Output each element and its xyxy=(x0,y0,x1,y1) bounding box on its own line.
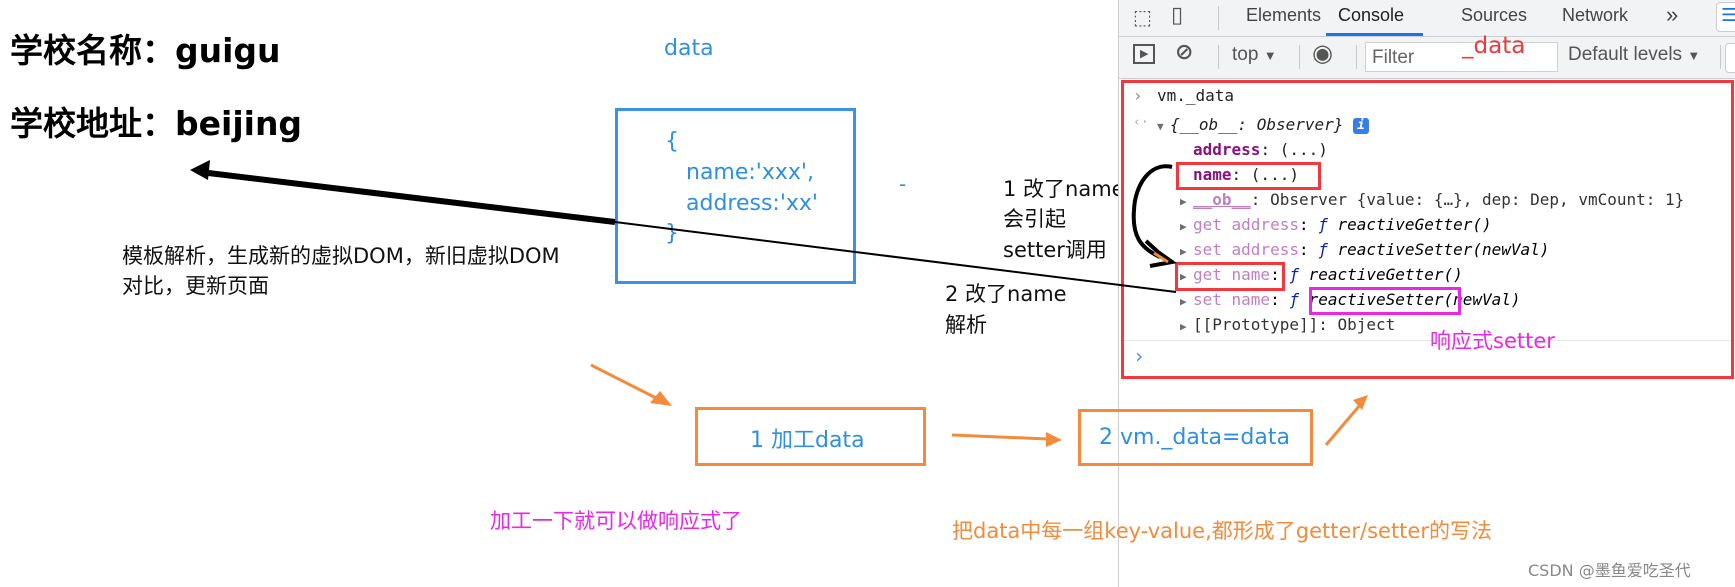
tabbar-separator xyxy=(1218,6,1219,30)
sidebar-toggle-icon[interactable]: ▶ xyxy=(1133,44,1155,64)
render-arrow-shaft-thick xyxy=(199,169,616,225)
step1-process-box: 1 加工data xyxy=(695,407,926,466)
devtools-tabbar: ⬚ ▯ Elements Console Sources Network » ☰ xyxy=(1119,0,1735,37)
filter-placeholder: Filter xyxy=(1372,47,1415,68)
reactive-setter-highlight-box xyxy=(1309,287,1461,315)
data-object-box: { name:'xxx', address:'xx' } xyxy=(615,108,856,284)
tab-elements[interactable]: Elements xyxy=(1246,5,1321,26)
render-arrow-head xyxy=(190,160,210,180)
template-note-line2: 对比，更新页面 xyxy=(122,274,269,298)
orange-caption: 把data中每一组key-value,都形成了getter/setter的写法 xyxy=(952,519,1492,543)
school-name: 学校名称：guigu xyxy=(10,31,281,70)
template-note-line1: 模板解析，生成新的虚拟DOM，新旧虚拟DOM xyxy=(122,244,560,268)
play-glyph: ▶ xyxy=(1140,47,1149,60)
toolbar-separator xyxy=(1299,45,1300,69)
tab-console[interactable]: Console xyxy=(1338,5,1404,26)
watermark: CSDN @墨鱼爱吃圣代 xyxy=(1528,561,1691,580)
step1-process-label: 1 加工data xyxy=(750,428,865,453)
school-address: 学校地址：beijing xyxy=(10,104,303,143)
console-toolbar: ▶ ⊘ top ▼ ◉ Filter _data Default levels … xyxy=(1119,33,1735,79)
device-toolbar-icon[interactable]: ▯ xyxy=(1171,3,1183,28)
context-value: top xyxy=(1232,44,1259,65)
step1-note-line1: 1 改了name xyxy=(1003,177,1125,201)
context-selector[interactable]: top ▼ xyxy=(1232,44,1277,66)
orange-arrow-box1-to-box2 xyxy=(951,432,1062,447)
step2-assign-box: 2 vm._data=data xyxy=(1078,409,1313,466)
step2-note-line2: 解析 xyxy=(945,313,987,337)
data-label: data xyxy=(664,36,714,61)
name-line: name:'xxx', xyxy=(686,160,814,185)
clear-console-icon[interactable]: ⊘ xyxy=(1175,40,1193,65)
get-name-highlight-box xyxy=(1175,262,1285,291)
levels-value: Default levels xyxy=(1568,44,1683,65)
orange-arrow-into-box1 xyxy=(590,363,672,406)
dropdown-caret-icon: ▼ xyxy=(1687,48,1701,63)
issues-button[interactable]: ☰ xyxy=(1716,2,1735,32)
name-highlight-box xyxy=(1176,162,1321,190)
address-line: address:'xx' xyxy=(686,191,818,216)
dash-mark: - xyxy=(899,172,907,196)
pink-caption: 加工一下就可以做响应式了 xyxy=(490,509,742,533)
more-tabs-icon[interactable]: » xyxy=(1666,2,1678,28)
toolbar-separator xyxy=(1218,45,1219,69)
console-highlight-box xyxy=(1121,80,1734,379)
step1-note-line3: setter调用 xyxy=(1003,238,1107,262)
devtools-panel: ⬚ ▯ Elements Console Sources Network » ☰… xyxy=(1118,0,1735,587)
toolbar-separator xyxy=(1720,45,1721,69)
inspect-element-icon[interactable]: ⬚ xyxy=(1133,5,1152,29)
step2-assign-label: 2 vm._data=data xyxy=(1099,425,1290,450)
filter-input[interactable]: Filter _data xyxy=(1365,33,1558,72)
reactive-setter-label: 响应式setter xyxy=(1430,329,1555,353)
open-brace: { xyxy=(665,129,679,154)
close-brace: } xyxy=(665,221,679,246)
tab-sources[interactable]: Sources xyxy=(1461,5,1527,26)
settings-button[interactable] xyxy=(1725,43,1735,73)
toolbar-separator xyxy=(1356,45,1357,69)
step1-note-line2: 会引起 xyxy=(1003,207,1066,231)
tab-network[interactable]: Network xyxy=(1562,5,1628,26)
active-tab-underline xyxy=(1326,33,1423,36)
log-levels-selector[interactable]: Default levels ▼ xyxy=(1568,44,1700,66)
message-icon: ☰ xyxy=(1721,5,1735,26)
dropdown-caret-icon: ▼ xyxy=(1263,48,1277,63)
step2-note-line1: 2 改了name xyxy=(945,282,1067,306)
eye-icon[interactable]: ◉ xyxy=(1312,39,1333,67)
filter-annotation: _data xyxy=(1462,33,1526,59)
